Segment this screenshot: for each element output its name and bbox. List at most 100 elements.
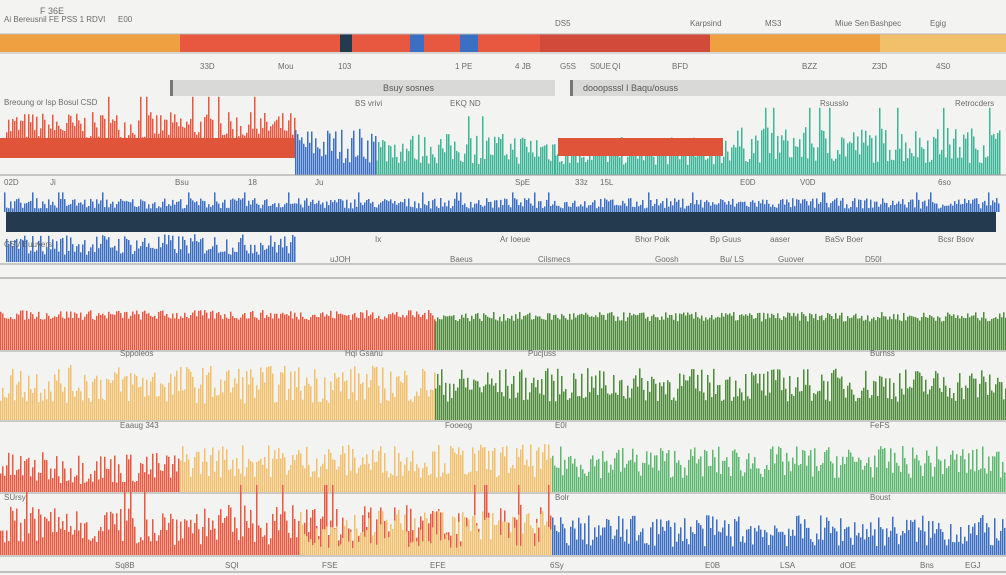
- blue-spike: [524, 198, 526, 212]
- blue-spike: [904, 204, 906, 212]
- blue-spike: [268, 206, 270, 212]
- amber-bar: [404, 370, 406, 420]
- blue-spike: [252, 200, 254, 212]
- amber-bar: [322, 398, 324, 420]
- amber-bar: [336, 526, 338, 555]
- blue-spike: [950, 203, 952, 212]
- green-bar: [746, 459, 748, 492]
- red-bar: [122, 541, 124, 555]
- red-bar: [94, 319, 96, 350]
- blue-bar: [804, 519, 806, 555]
- spectrum-segment: [60, 34, 180, 52]
- green-bar: [740, 470, 742, 492]
- amber-bar: [212, 447, 214, 492]
- blue-bar: [856, 535, 858, 555]
- green-bar: [525, 315, 527, 350]
- green-bar: [549, 401, 551, 420]
- amber-bar: [528, 513, 530, 555]
- red-bar: [170, 318, 172, 350]
- green-bar: [619, 380, 621, 420]
- green-bar: [935, 370, 937, 420]
- green-bar: [676, 462, 678, 492]
- green-bar: [773, 369, 775, 420]
- amber-bar: [296, 454, 298, 492]
- blue-bar: [325, 154, 327, 175]
- blue-spike: [170, 205, 172, 212]
- red-bar: [402, 314, 404, 350]
- amber-bar: [548, 526, 550, 555]
- blue-bar: [830, 533, 832, 555]
- amber-bar: [374, 532, 376, 555]
- red-bar: [404, 317, 406, 350]
- blue-bar: [116, 250, 118, 262]
- blue-bar: [754, 527, 756, 555]
- green-bar: [762, 476, 764, 492]
- teal-bar: [771, 132, 773, 175]
- blue-spike: [162, 201, 164, 212]
- teal-bar: [975, 148, 977, 175]
- teal-bar: [851, 143, 853, 175]
- amber-bar: [308, 541, 310, 555]
- green-bar: [995, 384, 997, 420]
- blue-bar: [84, 240, 86, 262]
- green-bar: [807, 369, 809, 420]
- green-bar: [679, 313, 681, 350]
- green-bar: [902, 446, 904, 492]
- green-bar: [589, 316, 591, 350]
- axis-tick: Guover: [778, 255, 805, 264]
- blue-bar: [896, 533, 898, 555]
- blue-spike: [808, 205, 810, 212]
- red-bar: [176, 519, 178, 555]
- red-bar: [140, 537, 142, 555]
- amber-bar: [476, 471, 478, 492]
- teal-bar: [807, 158, 809, 175]
- green-bar: [923, 312, 925, 350]
- green-bar: [931, 316, 933, 350]
- green-bar: [979, 383, 981, 420]
- red-bar: [298, 521, 300, 555]
- blue-spike: [944, 205, 946, 212]
- teal-bar: [761, 130, 763, 175]
- amber-bar: [368, 463, 370, 492]
- green-bar: [679, 373, 681, 420]
- amber-bar: [488, 450, 490, 492]
- green-bar: [980, 468, 982, 492]
- red-bar: [378, 315, 380, 350]
- green-bar: [634, 462, 636, 492]
- blue-bar: [353, 130, 355, 175]
- red-bar: [164, 517, 166, 555]
- blue-bar: [331, 150, 333, 175]
- amber-bar: [302, 465, 304, 492]
- blue-spike: [682, 198, 684, 212]
- green-bar: [683, 374, 685, 420]
- teal-bar: [881, 128, 883, 175]
- green-bar: [662, 450, 664, 492]
- amber-bar: [96, 375, 98, 420]
- green-bar: [556, 467, 558, 492]
- amber-bar: [376, 544, 378, 555]
- amber-bar: [480, 539, 482, 555]
- amber-bar: [344, 525, 346, 555]
- amber-bar: [120, 391, 122, 420]
- band-label-2: dooopsssl I Baqu/osuss: [570, 80, 1006, 96]
- red-bar: [168, 456, 170, 492]
- green-bar: [913, 379, 915, 420]
- teal-bar: [809, 107, 811, 175]
- axis-tick: G5S: [560, 62, 576, 71]
- green-bar: [475, 313, 477, 350]
- red-bar: [120, 473, 122, 492]
- blue-bar: [696, 520, 698, 555]
- amber-bar: [360, 532, 362, 555]
- teal-bar: [847, 143, 849, 175]
- teal-bar: [837, 149, 839, 175]
- bottom-tick: FSE: [322, 561, 338, 570]
- red-bar: [314, 314, 316, 350]
- blue-spike: [704, 201, 706, 212]
- amber-bar: [354, 366, 356, 420]
- amber-bar: [300, 390, 302, 420]
- red-bar: [128, 508, 130, 555]
- axis-tick: Cilsmecs: [538, 255, 570, 264]
- green-bar: [483, 386, 485, 420]
- amber-bar: [316, 458, 318, 492]
- red-bar: [132, 480, 134, 492]
